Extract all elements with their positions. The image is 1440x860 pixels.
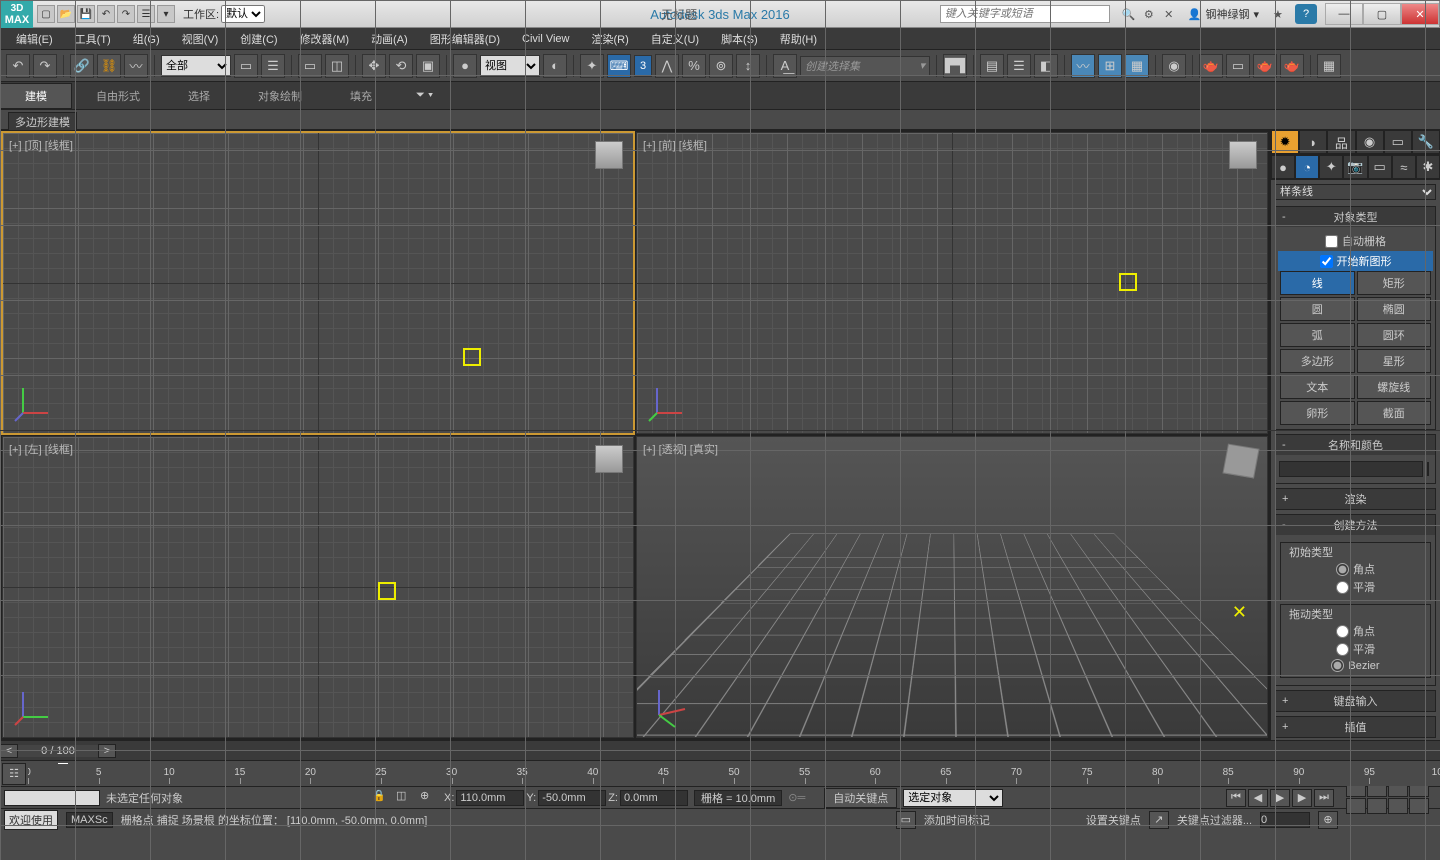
viewcube-icon[interactable] (1222, 444, 1259, 479)
viewcube-icon[interactable] (595, 141, 623, 169)
creation-cursor (463, 348, 481, 366)
status-bar-1: 未选定任何对象 🔒 ◫ ⊕ X: Y: Z: 栅格 = 10.0mm ⊙═ 自动… (0, 786, 1440, 808)
axis-gizmo-icon (647, 383, 687, 423)
viewport-left-label[interactable]: [+] [左] [线框] (9, 441, 73, 457)
viewcube-icon[interactable] (595, 445, 623, 473)
axis-gizmo-icon (13, 383, 53, 423)
axis-gizmo-icon (647, 687, 687, 727)
creation-cursor (378, 582, 396, 600)
creation-cursor (1119, 273, 1137, 291)
viewport-front-label[interactable]: [+] [前] [线框] (643, 137, 707, 153)
axis-gizmo-icon (13, 687, 53, 727)
grid-readout: 栅格 = 10.0mm (694, 790, 782, 806)
viewport-persp-label[interactable]: [+] [透视] [真实] (643, 441, 718, 457)
viewport-top-label[interactable]: [+] [顶] [线框] (9, 137, 73, 153)
viewcube-icon[interactable] (1229, 141, 1257, 169)
